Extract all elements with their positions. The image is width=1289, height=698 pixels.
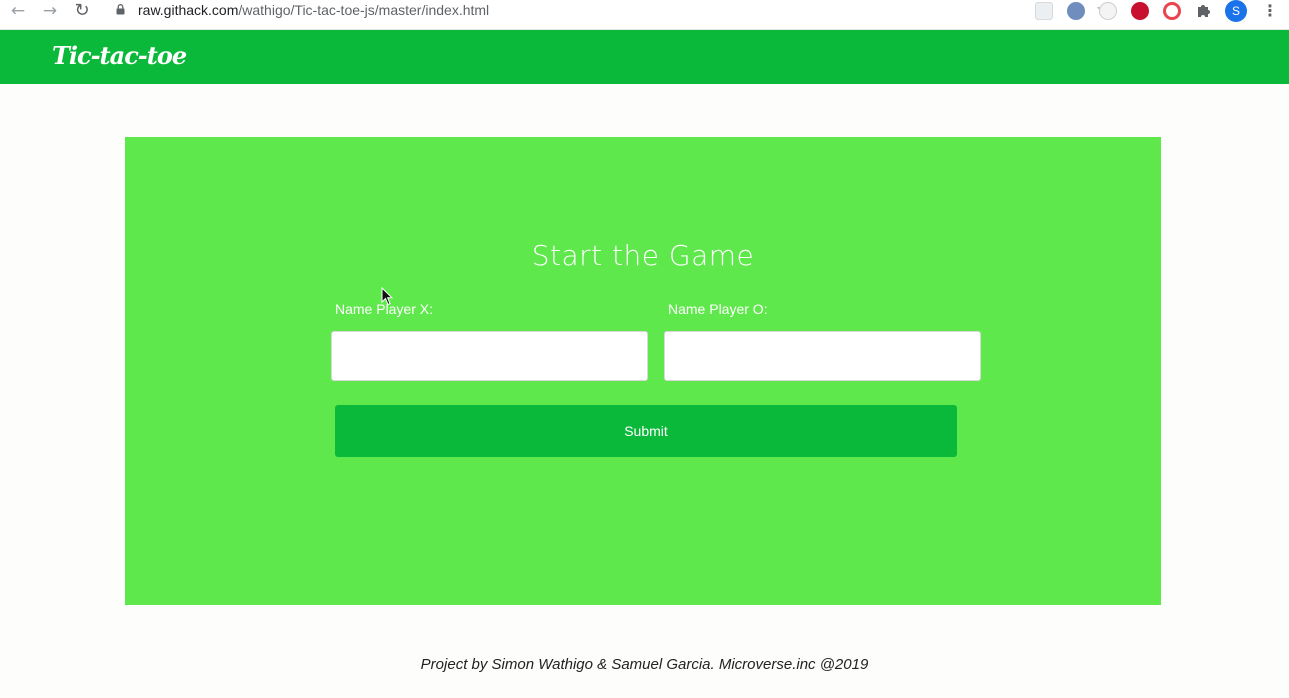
back-arrow-icon[interactable]: ← [6,1,30,21]
app-navbar: Tic-tac-toe [0,30,1289,84]
extension-icon[interactable] [1163,2,1181,20]
footer-credits: Project by Simon Wathigo & Samuel Garcia… [420,656,869,673]
player-o-name-input[interactable] [664,331,981,381]
forward-arrow-icon[interactable]: → [38,1,62,21]
mouse-cursor-icon [381,287,393,306]
extension-icon[interactable] [1067,2,1085,20]
reload-icon[interactable]: ↻ [70,1,94,21]
profile-avatar[interactable]: S [1225,0,1247,22]
url-host: raw.githack.com [138,2,239,18]
extension-icon[interactable] [1131,2,1149,20]
browser-toolbar: ← → ↻ raw.githack.com/wathigo/Tic-tac-to… [0,0,1289,30]
player-o-label: Name Player O: [668,301,768,317]
submit-button[interactable]: Submit [335,405,957,457]
brand-logo[interactable]: Tic-tac-toe [52,41,187,70]
extension-icon[interactable] [1035,2,1053,20]
player-x-name-input[interactable] [331,331,648,381]
page-title: Start the Game [531,239,755,272]
address-bar[interactable]: raw.githack.com/wathigo/Tic-tac-toe-js/m… [104,0,1111,23]
url-path: /wathigo/Tic-tac-toe-js/master/index.htm… [238,2,490,18]
puzzle-icon[interactable] [1195,1,1213,19]
kebab-menu-icon[interactable]: ⋮ [1262,0,1278,22]
url-text: raw.githack.com/wathigo/Tic-tac-toe-js/m… [138,1,489,19]
lock-icon [116,4,125,15]
start-game-card: Start the Game Name Player X: Name Playe… [125,137,1161,605]
extension-icon[interactable] [1099,2,1117,20]
